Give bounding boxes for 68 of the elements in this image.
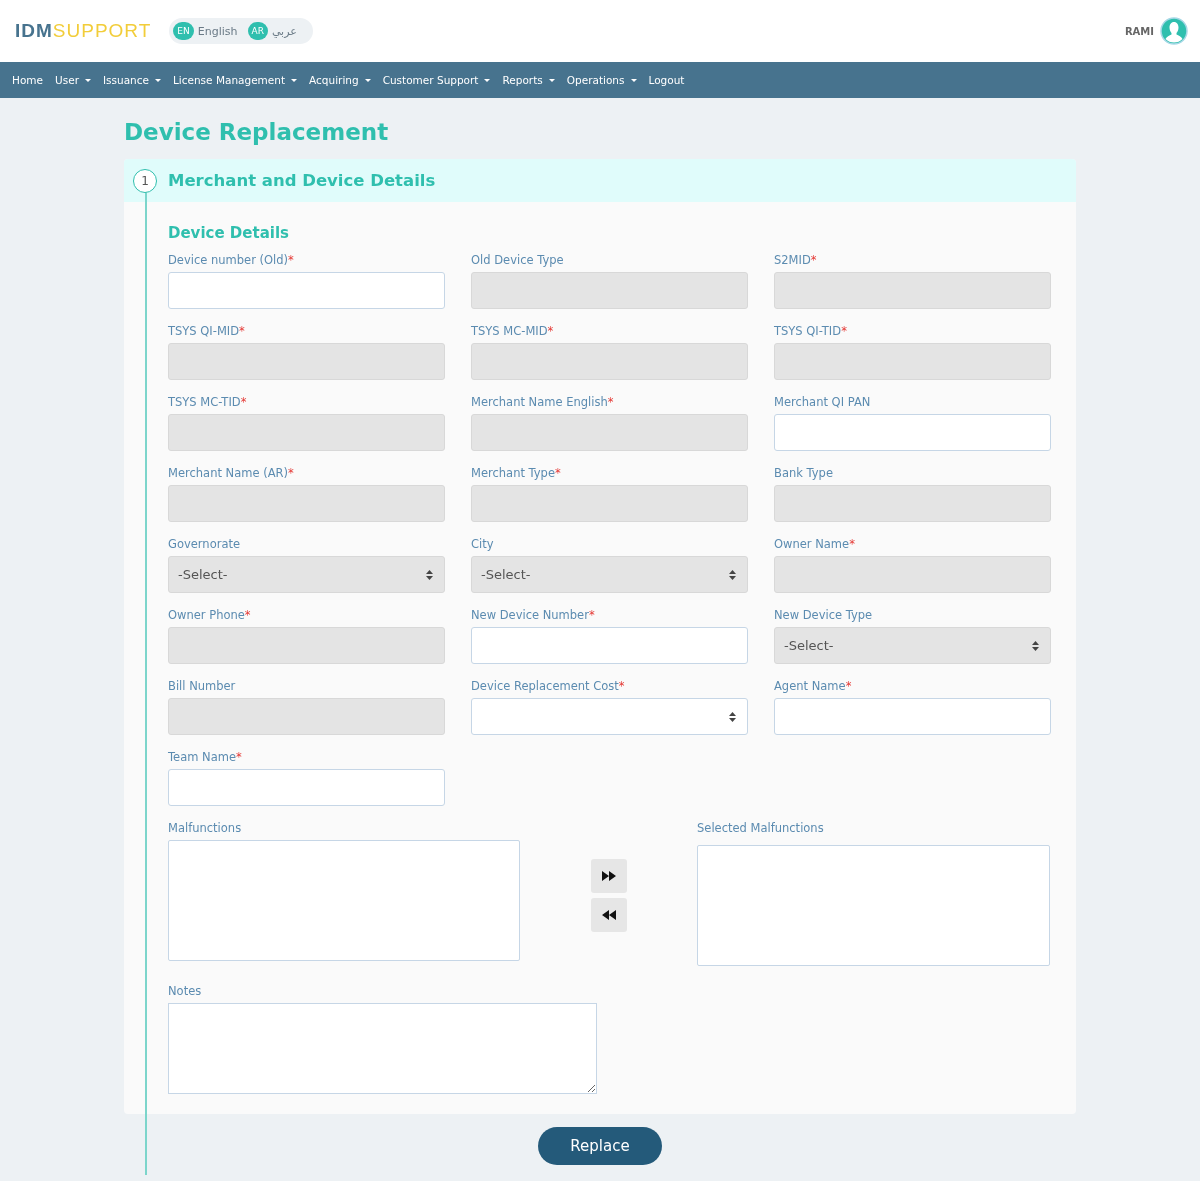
input-field[interactable] (471, 627, 748, 664)
step-number: 1 (133, 168, 157, 193)
field-label: Malfunctions (168, 821, 243, 836)
double-arrow-right-icon (601, 871, 616, 881)
page-title: Device Replacement (124, 118, 390, 147)
field-label: Merchant Name (AR)* (168, 466, 295, 481)
field-label: Bank Type (774, 466, 834, 481)
field-label: Merchant Name English* (471, 395, 615, 410)
nav-menu-item[interactable]: Logout (648, 74, 685, 86)
caret-icon[interactable] (84, 78, 91, 82)
field-label: Bill Number (168, 679, 237, 694)
select-dropdown[interactable] (471, 698, 748, 735)
nav-menu-item[interactable]: Operations (566, 74, 625, 86)
nav-menu-item[interactable]: License Management (172, 74, 286, 86)
field-label: Old Device Type (471, 253, 565, 268)
user-name[interactable]: RAMI (1124, 25, 1154, 37)
sort-arrows-icon (1032, 640, 1039, 651)
field-label: Selected Malfunctions (697, 821, 825, 836)
field-label: Device Replacement Cost* (471, 679, 626, 694)
field-label: New Device Type (774, 608, 874, 623)
caret-icon[interactable] (364, 78, 371, 82)
input-field[interactable] (168, 272, 445, 309)
input-field[interactable] (774, 414, 1051, 451)
double-arrow-left-icon (601, 910, 616, 920)
nav-menu-item[interactable]: Acquiring (309, 74, 359, 86)
field-label: S2MID* (774, 253, 818, 268)
field-label: Notes (168, 984, 203, 999)
caret-icon[interactable] (484, 78, 491, 82)
field-label: TSYS MC-MID* (471, 324, 555, 339)
nav-menu-item[interactable]: Reports (502, 74, 543, 86)
section-title: Device Details (168, 224, 290, 242)
field-label: TSYS QI-MID* (168, 324, 246, 339)
field-label: Governorate (168, 537, 242, 552)
field-label: Merchant QI PAN (774, 395, 872, 410)
sort-arrows-icon (729, 569, 736, 580)
nav-menu-item[interactable]: User (55, 74, 79, 86)
nav-menu-item[interactable]: Issuance (102, 74, 149, 86)
move-right-button[interactable] (590, 859, 627, 893)
move-left-button[interactable] (590, 898, 627, 932)
nav-menu-item[interactable]: Customer Support (382, 74, 479, 86)
notes-textarea[interactable] (168, 1003, 597, 1094)
field-label: Device number (Old)* (168, 253, 295, 268)
input-field[interactable] (168, 769, 445, 806)
field-label: Owner Name* (774, 537, 856, 552)
brand-logo: IDMSUPPORT (15, 20, 152, 42)
field-label: Merchant Type* (471, 466, 562, 481)
caret-icon[interactable] (548, 78, 555, 82)
replace-button[interactable]: Replace (538, 1127, 662, 1165)
input-field[interactable] (774, 698, 1051, 735)
field-label: Owner Phone* (168, 608, 252, 623)
language-label[interactable]: عربي (271, 24, 297, 38)
avatar-icon[interactable] (1160, 17, 1188, 45)
field-label: TSYS QI-TID* (774, 324, 848, 339)
selected-malfunctions-list[interactable] (697, 845, 1050, 966)
sort-arrows-icon (426, 569, 433, 580)
field-label: City (471, 537, 495, 552)
caret-icon[interactable] (630, 78, 637, 82)
caret-icon[interactable] (291, 78, 298, 82)
nav-menu-item[interactable]: Home (12, 74, 43, 86)
field-label: Team Name* (168, 750, 243, 765)
caret-icon[interactable] (154, 78, 161, 82)
sort-arrows-icon (729, 711, 736, 722)
field-label: Agent Name* (774, 679, 853, 694)
language-label[interactable]: English (197, 24, 238, 38)
field-label: TSYS MC-TID* (168, 395, 248, 410)
malfunctions-list[interactable] (168, 840, 520, 961)
field-label: New Device Number* (471, 608, 596, 623)
step-title: Merchant and Device Details (168, 171, 436, 190)
